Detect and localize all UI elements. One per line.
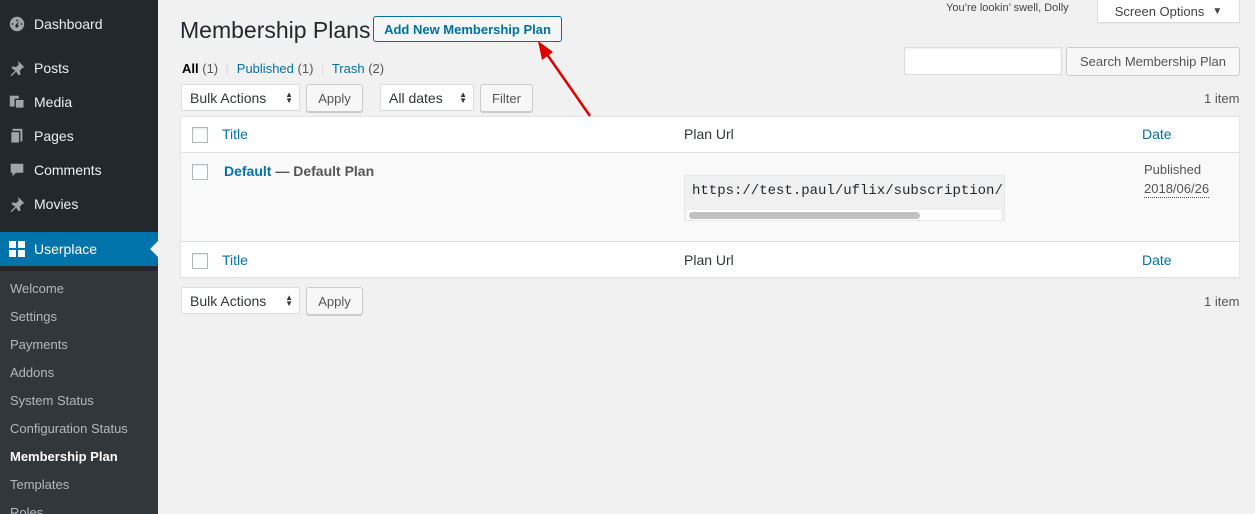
select-arrows-icon: ▲ ▼ [285, 293, 293, 308]
filter-trash-count: (2) [368, 61, 385, 76]
submenu-addons[interactable]: Addons [10, 365, 54, 380]
menu-item-media[interactable]: Media [0, 85, 158, 119]
plan-title-link[interactable]: Default [224, 163, 271, 179]
status-filter-links: All (1) | Published (1) | Trash (2) [182, 61, 384, 76]
menu-label: Movies [34, 196, 79, 212]
menu-label: Comments [34, 162, 102, 178]
search-input[interactable] [904, 47, 1062, 75]
filter-all-link[interactable]: All [182, 61, 199, 76]
select-arrows-icon: ▲ ▼ [459, 90, 467, 105]
filter-all-count: (1) [202, 61, 219, 76]
bulk-actions-select-bottom[interactable]: Bulk Actions ▲ ▼ [181, 287, 300, 314]
select-all-checkbox-bottom[interactable] [192, 253, 208, 269]
date-filter-value: All dates [389, 89, 443, 106]
publish-date: 2018/06/26 [1144, 181, 1210, 198]
screen-options-button[interactable]: Screen Options ▼ [1097, 0, 1240, 23]
submenu-configuration-status[interactable]: Configuration Status [10, 421, 128, 436]
title-column-footer[interactable]: Title [222, 252, 248, 268]
date-column-footer[interactable]: Date [1142, 252, 1172, 268]
submenu-system-status[interactable]: System Status [10, 393, 94, 408]
row-title: Default — Default Plan [224, 163, 374, 179]
plan-url-column-header: Plan Url [684, 126, 734, 142]
submenu-templates[interactable]: Templates [10, 477, 69, 492]
filter-published-link[interactable]: Published [237, 61, 294, 76]
media-icon [0, 93, 34, 111]
menu-item-posts[interactable]: Posts [0, 51, 158, 85]
title-column-header[interactable]: Title [222, 126, 248, 142]
menu-item-userplace[interactable]: Userplace [0, 232, 158, 266]
menu-label: Dashboard [34, 16, 103, 32]
annotation-arrow-icon [538, 41, 592, 117]
items-count-top: 1 item [1204, 91, 1240, 106]
select-all-checkbox-top[interactable] [192, 127, 208, 143]
scrollbar-thumb[interactable] [689, 212, 920, 219]
page-title: Membership Plans [180, 17, 371, 43]
menu-label: Media [34, 94, 73, 110]
select-arrows-icon: ▲ ▼ [285, 90, 293, 105]
menu-label: Userplace [34, 241, 98, 257]
plan-url-column-footer: Plan Url [684, 252, 734, 268]
admin-sidebar: Dashboard Posts Media Pages Comments Mov… [0, 0, 158, 514]
row-checkbox[interactable] [192, 164, 208, 180]
plan-url-text: https://test.paul/uflix/subscription/pay… [692, 183, 1004, 199]
date-filter-select[interactable]: All dates ▲ ▼ [380, 84, 474, 111]
apply-button-top[interactable]: Apply [306, 84, 363, 112]
table-row: Default — Default Plan https://test.paul… [181, 153, 1239, 241]
filter-published-count: (1) [297, 61, 314, 76]
pages-icon [0, 127, 34, 145]
separator: | [225, 61, 230, 76]
menu-item-dashboard[interactable]: Dashboard [0, 7, 158, 41]
menu-label: Posts [34, 60, 70, 76]
menu-label: Pages [34, 128, 74, 144]
plan-url-code-box: https://test.paul/uflix/subscription/pay… [684, 175, 1005, 221]
bulk-actions-value: Bulk Actions [190, 292, 267, 309]
grid-icon [0, 241, 34, 257]
submenu-settings[interactable]: Settings [10, 309, 57, 324]
items-count-bottom: 1 item [1204, 294, 1240, 309]
separator: | [321, 61, 325, 76]
bulk-actions-value: Bulk Actions [190, 89, 267, 106]
submenu-welcome[interactable]: Welcome [10, 281, 64, 296]
horizontal-scrollbar[interactable] [687, 210, 1001, 220]
hello-dolly-text: You’re lookin’ swell, Dolly [946, 2, 1069, 14]
date-column-header[interactable]: Date [1142, 126, 1172, 142]
screen-options-label: Screen Options [1114, 3, 1205, 19]
pushpin-icon [0, 195, 34, 213]
table-header-row: Title Plan Url Date [181, 117, 1239, 153]
dashboard-icon [0, 15, 34, 33]
caret-down-icon: ▼ [1212, 5, 1223, 17]
table-footer-row: Title Plan Url Date [181, 241, 1239, 278]
userplace-submenu: Welcome Settings Payments Addons System … [0, 271, 158, 514]
apply-button-bottom[interactable]: Apply [306, 287, 363, 315]
menu-item-pages[interactable]: Pages [0, 119, 158, 153]
comments-icon [0, 161, 34, 179]
plan-state: — Default Plan [271, 163, 375, 179]
pushpin-icon [0, 59, 34, 77]
search-membership-plan-button[interactable]: Search Membership Plan [1066, 47, 1240, 76]
menu-item-comments[interactable]: Comments [0, 153, 158, 187]
filter-trash-link[interactable]: Trash [332, 61, 365, 76]
submenu-payments[interactable]: Payments [10, 337, 68, 352]
publish-status: Published [1144, 162, 1202, 177]
menu-item-movies[interactable]: Movies [0, 187, 158, 221]
membership-plans-table: Title Plan Url Date Default — Default Pl… [180, 116, 1240, 278]
submenu-membership-plan[interactable]: Membership Plan [10, 449, 118, 464]
submenu-roles[interactable]: Roles [10, 505, 43, 514]
bulk-actions-select-top[interactable]: Bulk Actions ▲ ▼ [181, 84, 300, 111]
